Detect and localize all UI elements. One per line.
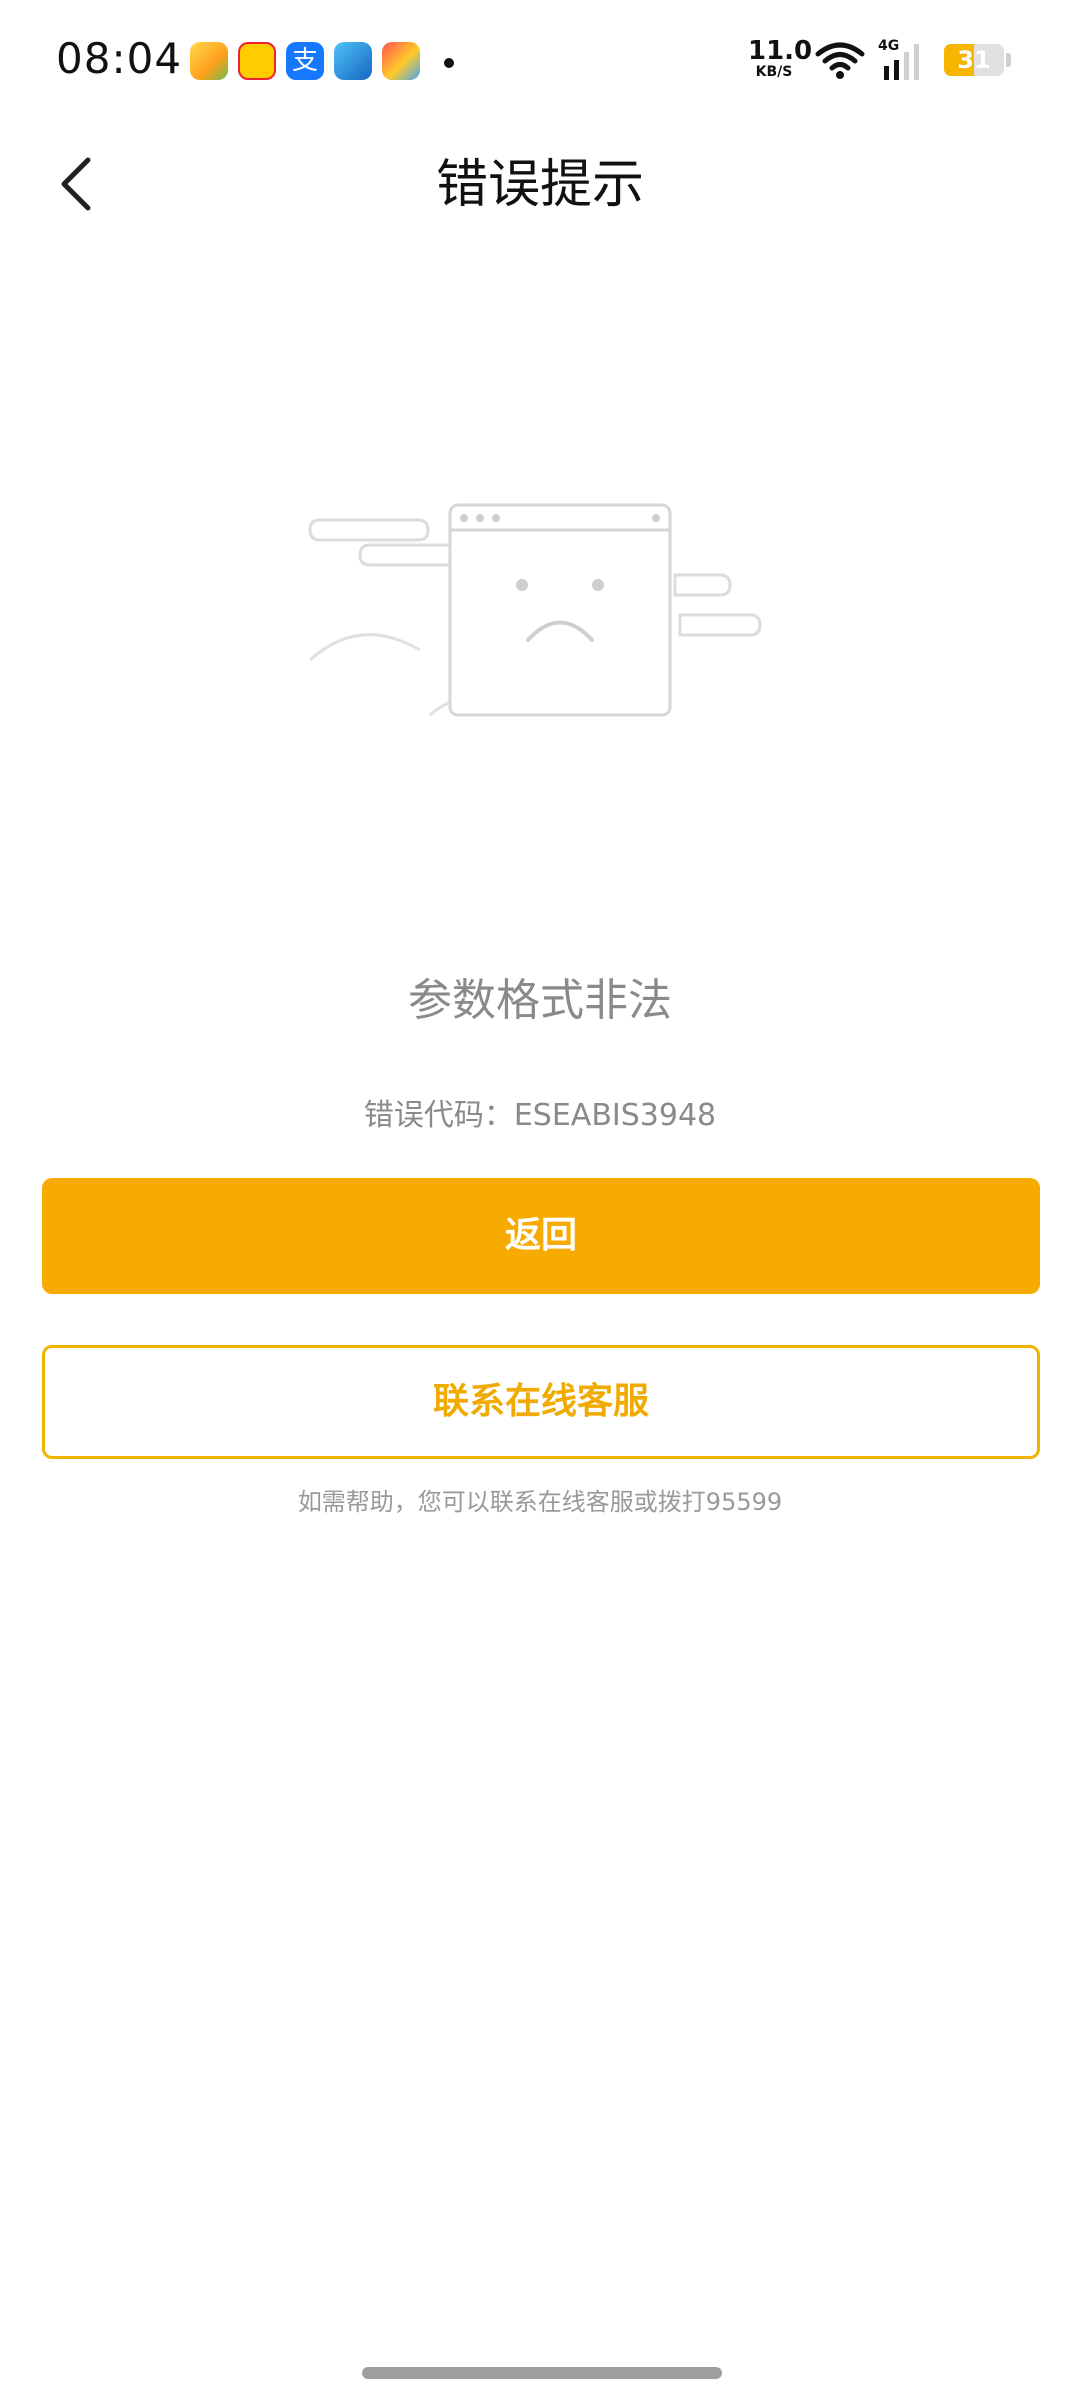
status-time: 08:04 [56,34,183,83]
network-speed-value: 11.0 [748,36,813,66]
telegram-icon [334,42,372,80]
page-title: 错误提示 [435,155,644,215]
game-app-icon [382,42,420,80]
battery-icon: 31 [944,44,1004,76]
shopping-app-icon [238,42,276,80]
error-code-value: ESEABIS3948 [513,1098,717,1133]
home-indicator[interactable] [362,2367,722,2379]
return-button[interactable]: 返回 [42,1178,1040,1294]
more-notifications-dot-icon [444,58,454,68]
battery-tip [1006,53,1011,67]
photos-app-icon [190,42,228,80]
error-code-label: 错误代码： [363,1098,514,1133]
network-speed-unit: KB/S [755,64,793,80]
battery-level: 31 [957,46,991,74]
status-bar: 08:04 支 11.0 KB/S 4G 31 [0,0,1080,120]
contact-support-button[interactable]: 联系在线客服 [42,1345,1040,1459]
wifi-icon [814,40,866,84]
error-illustration [300,490,800,730]
error-code: 错误代码：ESEABIS3948 [0,1090,1080,1134]
alipay-icon: 支 [286,42,324,80]
network-speed: 11.0 KB/S [748,36,813,80]
error-message: 参数格式非法 [408,975,672,1026]
help-text: 如需帮助，您可以联系在线客服或拨打95599 [297,1488,783,1516]
